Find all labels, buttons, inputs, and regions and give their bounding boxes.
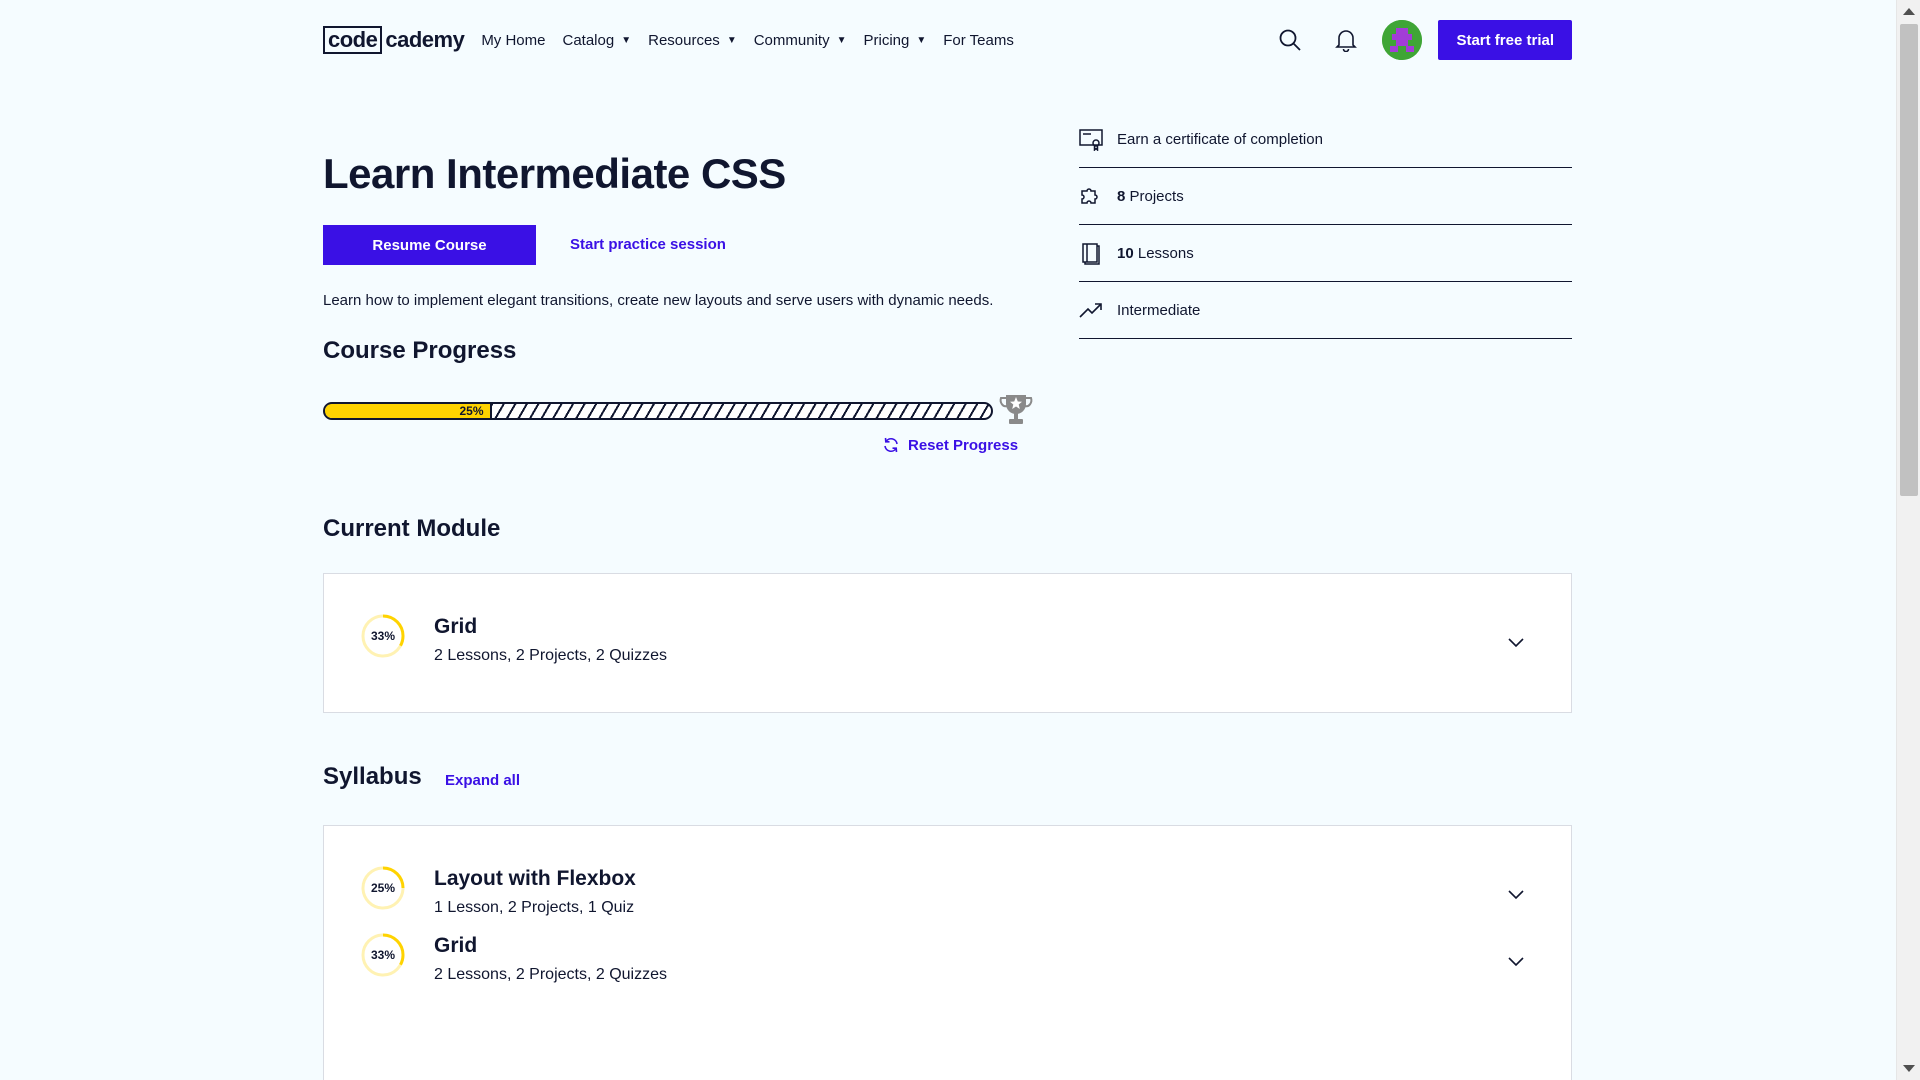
- module-percent: 33%: [370, 948, 396, 962]
- certificate-icon: [1079, 127, 1103, 151]
- module-title: Grid: [434, 934, 478, 957]
- nav-my-home[interactable]: My Home: [481, 32, 545, 49]
- info-level: Intermediate: [1079, 282, 1572, 339]
- caret-down-icon: ▼: [726, 34, 737, 46]
- course-info-list: Earn a certificate of completion 8 Proje…: [1079, 111, 1572, 339]
- nav-catalog[interactable]: Catalog ▼: [563, 32, 632, 49]
- nav-label: Community: [753, 31, 830, 49]
- nav-label: Catalog: [562, 31, 615, 49]
- info-projects: 8 Projects: [1079, 168, 1572, 225]
- header-actions: Start free trial: [1262, 20, 1572, 60]
- nav-community[interactable]: Community ▼: [754, 32, 847, 49]
- nav-resources[interactable]: Resources ▼: [648, 32, 737, 49]
- trophy-icon: [998, 392, 1034, 428]
- expand-all-button[interactable]: Expand all: [445, 772, 520, 789]
- info-text: Earn a certificate of completion: [1117, 130, 1323, 148]
- syllabus-heading: Syllabus: [323, 763, 422, 790]
- nav-pricing[interactable]: Pricing ▼: [863, 32, 926, 49]
- caret-down-icon: ▼: [916, 34, 927, 46]
- search-icon[interactable]: [1262, 20, 1318, 60]
- progress-fill: 25%: [325, 404, 492, 418]
- info-text: Intermediate: [1117, 301, 1201, 319]
- refresh-icon: [884, 437, 898, 453]
- module-title: Layout with Flexbox: [434, 867, 636, 890]
- trend-up-icon: [1079, 298, 1103, 322]
- syllabus-module-row[interactable]: 33% Grid 2 Lessons, 2 Projects, 2 Quizze…: [324, 932, 1571, 1038]
- caret-down-icon: ▼: [836, 34, 847, 46]
- chevron-down-icon[interactable]: [1506, 884, 1526, 904]
- module-percent: 33%: [370, 629, 396, 643]
- resume-course-button[interactable]: Resume Course: [323, 225, 536, 265]
- chevron-down-icon[interactable]: [1506, 632, 1526, 652]
- module-row[interactable]: 33% Grid 2 Lessons, 2 Projects, 2 Quizze…: [324, 574, 1571, 680]
- module-title: Grid: [434, 615, 478, 638]
- course-description: Learn how to implement elegant transitio…: [323, 292, 994, 309]
- course-title: Learn Intermediate CSS: [323, 150, 786, 197]
- bell-icon[interactable]: [1318, 20, 1374, 60]
- info-lessons: 10 Lessons: [1079, 225, 1572, 282]
- course-progress-heading: Course Progress: [323, 337, 517, 364]
- scroll-up-icon[interactable]: [1903, 8, 1915, 15]
- info-certificate: Earn a certificate of completion: [1079, 111, 1572, 168]
- logo-cademy: cademy: [385, 27, 465, 52]
- current-module-card: 33% Grid 2 Lessons, 2 Projects, 2 Quizze…: [323, 573, 1572, 713]
- codecademy-logo[interactable]: code cademy: [323, 26, 465, 54]
- nav-for-teams[interactable]: For Teams: [943, 32, 1014, 49]
- info-text: 8 Projects: [1117, 187, 1184, 205]
- nav-label: My Home: [481, 31, 546, 49]
- chevron-down-icon[interactable]: [1506, 951, 1526, 971]
- book-icon: [1079, 241, 1103, 265]
- avatar[interactable]: [1382, 20, 1423, 60]
- top-nav: code cademy My Home Catalog ▼ Resources …: [323, 20, 1572, 60]
- course-progress-bar: 25%: [323, 402, 993, 420]
- scroll-thumb[interactable]: [1900, 24, 1918, 496]
- module-subtitle: 2 Lessons, 2 Projects, 2 Quizzes: [434, 966, 667, 983]
- start-practice-link[interactable]: Start practice session: [570, 236, 726, 253]
- current-module-heading: Current Module: [323, 515, 501, 542]
- nav-label: Resources: [648, 31, 720, 49]
- page: code cademy My Home Catalog ▼ Resources …: [0, 0, 1920, 1080]
- reset-progress-button[interactable]: Reset Progress: [882, 436, 1018, 454]
- module-subtitle: 2 Lessons, 2 Projects, 2 Quizzes: [434, 647, 667, 664]
- syllabus-card: 25% Layout with Flexbox 1 Lesson, 2 Proj…: [323, 825, 1572, 1080]
- nav-label: Pricing: [863, 31, 910, 49]
- caret-down-icon: ▼: [621, 34, 632, 46]
- info-text: 10 Lessons: [1117, 244, 1194, 262]
- scroll-down-icon[interactable]: [1903, 1065, 1915, 1072]
- logo-code: code: [323, 26, 383, 54]
- start-free-trial-button[interactable]: Start free trial: [1438, 20, 1572, 60]
- nav-label: For Teams: [943, 31, 1014, 49]
- progress-label: 25%: [459, 404, 484, 418]
- syllabus-module-row[interactable]: 25% Layout with Flexbox 1 Lesson, 2 Proj…: [324, 826, 1571, 932]
- main-nav: My Home Catalog ▼ Resources ▼ Community …: [481, 32, 1014, 49]
- reset-progress-label: Reset Progress: [908, 436, 1019, 454]
- module-percent: 25%: [370, 881, 396, 895]
- module-subtitle: 1 Lesson, 2 Projects, 1 Quiz: [434, 899, 635, 916]
- page-scrollbar[interactable]: [1896, 0, 1920, 1080]
- puzzle-icon: [1079, 184, 1103, 208]
